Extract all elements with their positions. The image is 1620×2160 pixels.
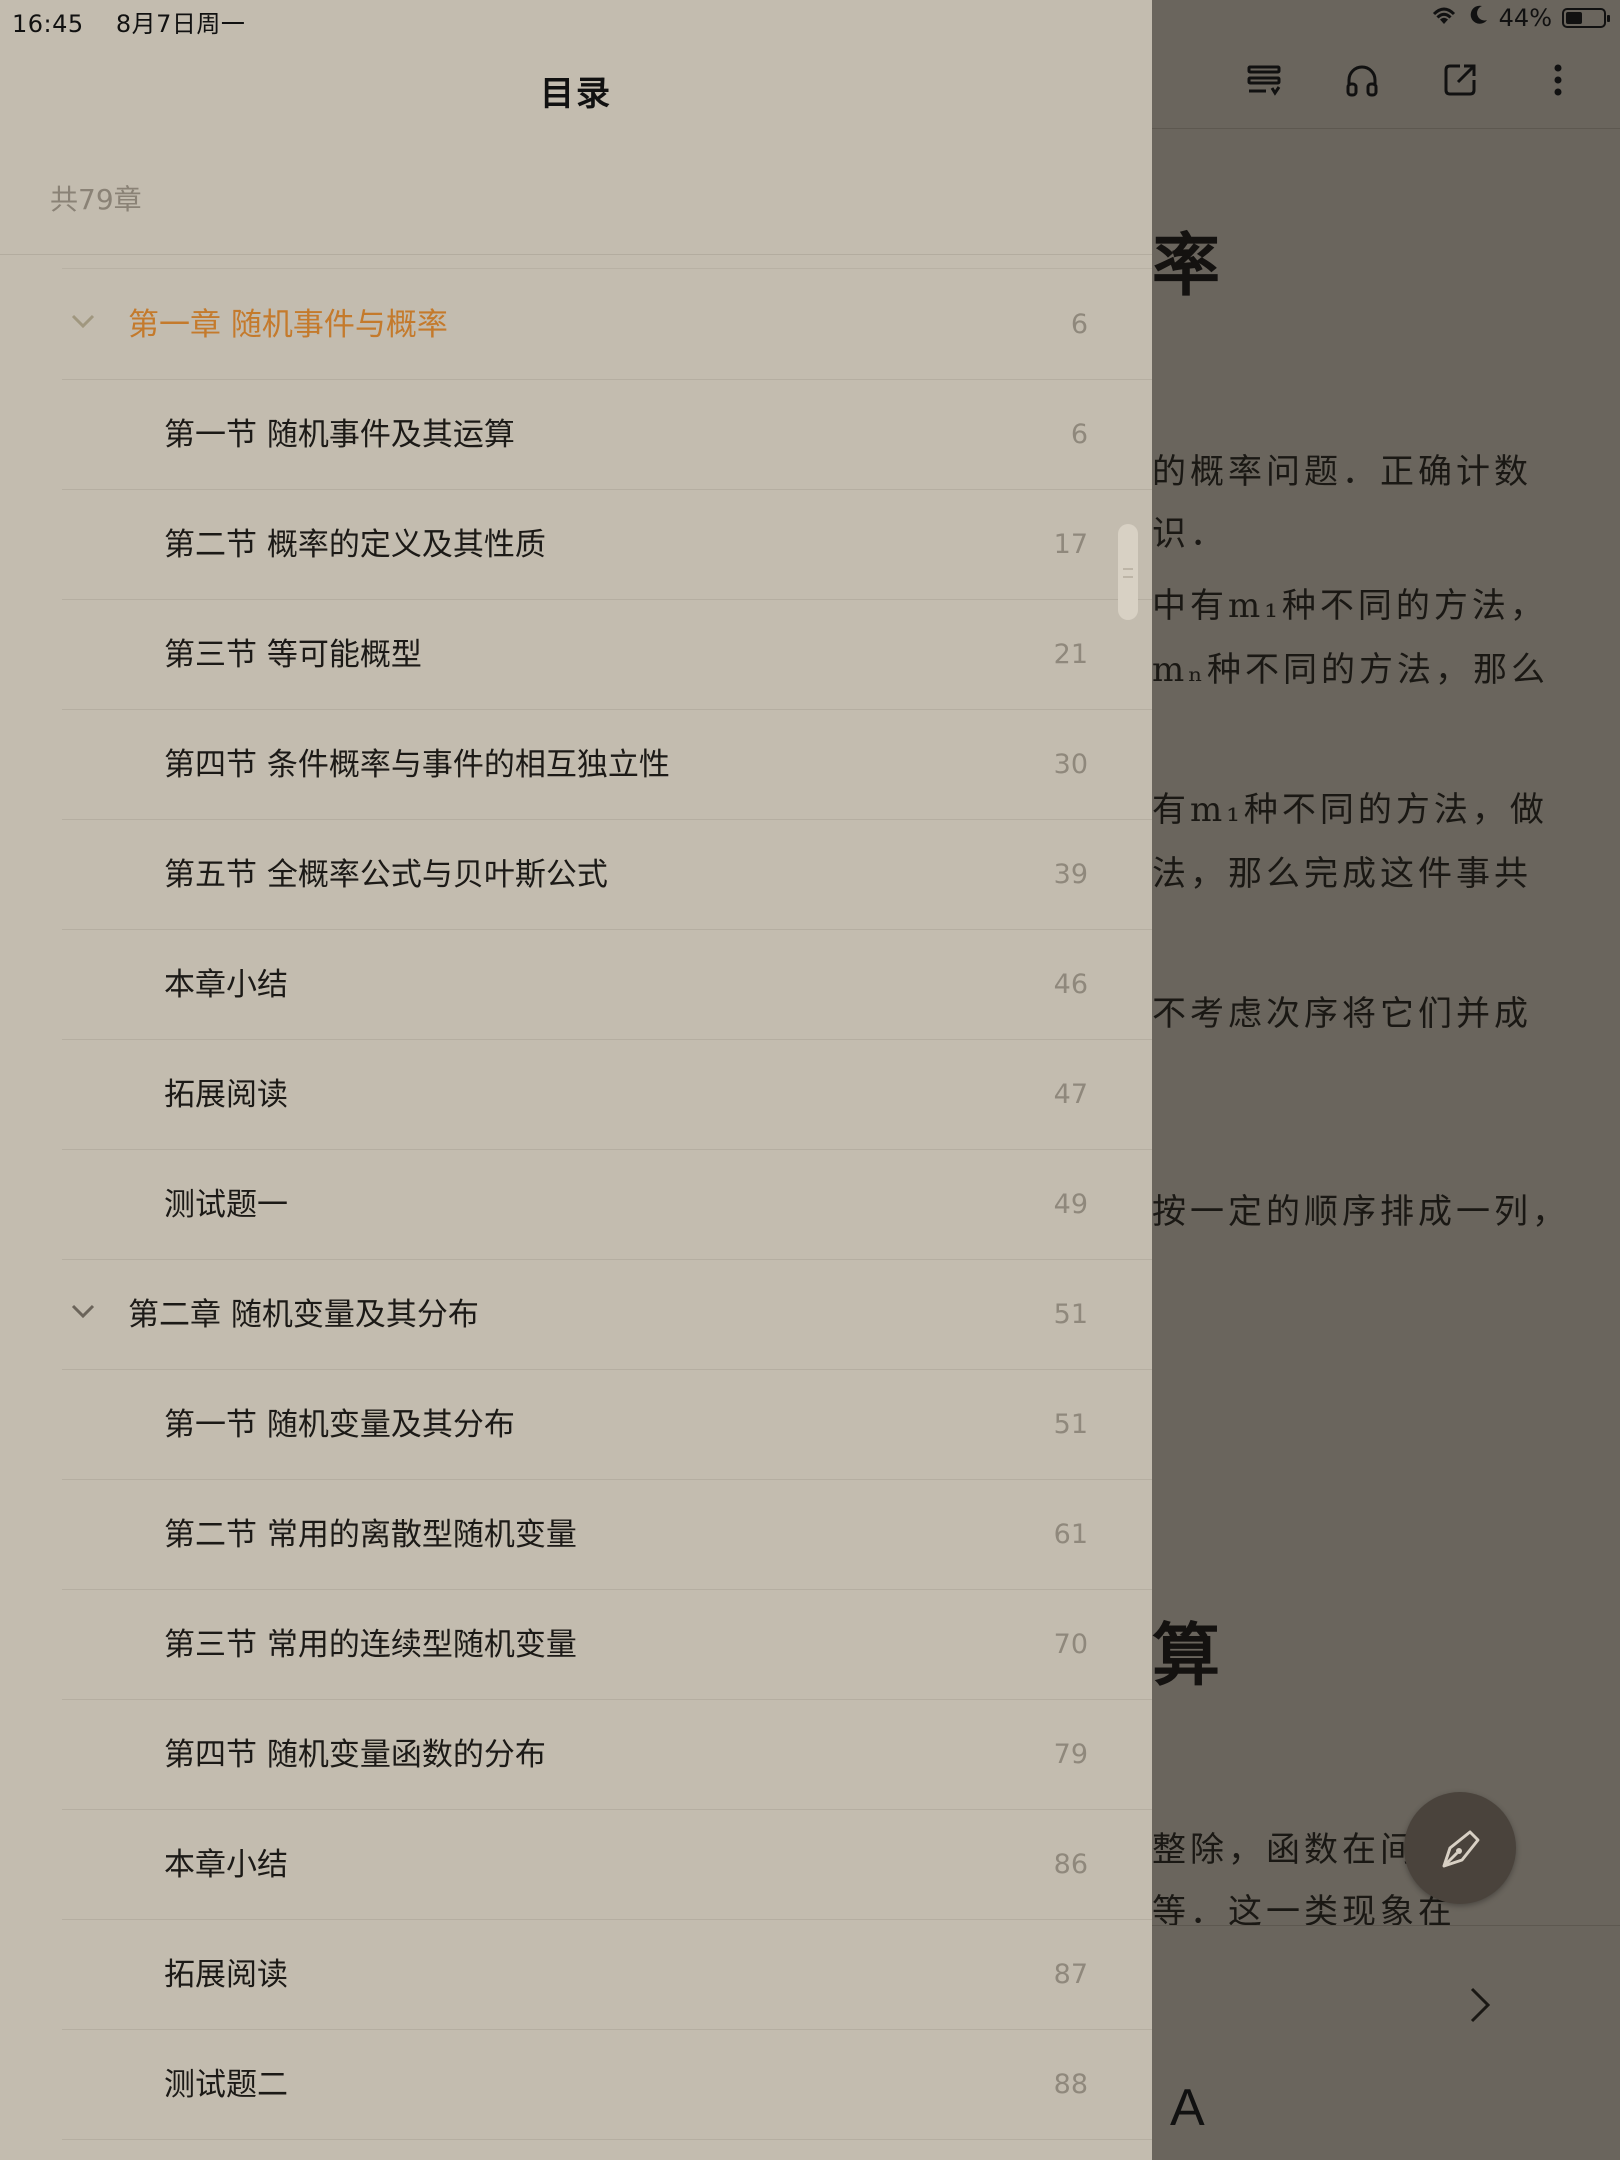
toc-item-page: 6 — [1070, 309, 1088, 340]
toc-item-page: 30 — [1053, 749, 1088, 780]
toc-item-page: 87 — [1053, 1959, 1088, 1990]
toc-chapter-row[interactable]: 第二章 随机变量及其分布 51 — [0, 1260, 1152, 1370]
toc-item-label: 测试题一 — [164, 1187, 288, 1223]
toc-item-page: 39 — [1053, 859, 1088, 890]
toc-item-page: 70 — [1053, 1629, 1088, 1660]
headphones-icon[interactable] — [1340, 58, 1384, 102]
reader-line: 中有m₁种不同的方法， — [1152, 586, 1548, 626]
toc-item-page: 46 — [1053, 969, 1088, 1000]
toc-item-label: 第三节 常用的连续型随机变量 — [164, 1627, 577, 1663]
moon-icon — [1469, 4, 1489, 32]
contents-list-icon[interactable] — [1242, 58, 1286, 102]
toc-item-page: 51 — [1053, 1409, 1088, 1440]
chapter-count: 共79章 — [50, 183, 142, 216]
toc-item-label: 第二节 概率的定义及其性质 — [164, 527, 546, 563]
reader-line: 的概率问题．正确计数 — [1152, 452, 1532, 492]
toc-list: 第一章 随机事件与概率 6 第一节 随机事件及其运算 6 第二节 概率的定义及其性质 17… — [0, 270, 1152, 2140]
toc-item-label: 第一章 随机事件与概率 — [128, 307, 448, 343]
status-bar-left: 16:45 8月7日周一 — [12, 4, 269, 39]
toc-item-page: 17 — [1053, 529, 1088, 560]
toc-item-label: 第四节 条件概率与事件的相互独立性 — [164, 747, 670, 783]
toc-section-row[interactable]: 测试题一 49 — [0, 1150, 1152, 1260]
toc-section-row[interactable]: 本章小结 46 — [0, 930, 1152, 1040]
toc-section-row[interactable]: 第一节 随机变量及其分布 51 — [0, 1370, 1152, 1480]
more-options-icon[interactable] — [1536, 58, 1580, 102]
status-date: 8月7日周一 — [115, 10, 246, 38]
toc-item-label: 第四节 随机变量函数的分布 — [164, 1737, 546, 1773]
toc-item-label: 本章小结 — [164, 1847, 288, 1883]
toc-item-page: 47 — [1053, 1079, 1088, 1110]
toc-item-page: 61 — [1053, 1519, 1088, 1550]
toc-section-row[interactable]: 第三节 等可能概型 21 — [0, 600, 1152, 710]
toc-chapter-row[interactable]: 第一章 随机事件与概率 6 — [0, 270, 1152, 380]
toc-section-row[interactable]: 拓展阅读 87 — [0, 1920, 1152, 2030]
reader-line: 识． — [1152, 514, 1228, 554]
toc-item-page: 79 — [1053, 1739, 1088, 1770]
next-page-chevron-icon[interactable] — [1468, 1985, 1492, 2029]
toc-item-label: 拓展阅读 — [164, 1957, 288, 1993]
battery-icon — [1562, 8, 1610, 28]
toc-section-row[interactable]: 拓展阅读 47 — [0, 1040, 1152, 1150]
toc-title: 目录 — [540, 74, 612, 114]
row-divider — [62, 2139, 1152, 2140]
battery-percent: 44% — [1498, 4, 1552, 32]
toc-scrollbar-thumb[interactable] — [1118, 524, 1138, 620]
toc-item-label: 第二节 常用的离散型随机变量 — [164, 1517, 577, 1553]
toc-top-divider — [62, 268, 1152, 269]
toc-header-divider — [0, 254, 1152, 255]
share-icon[interactable] — [1438, 58, 1482, 102]
toc-section-row[interactable]: 第四节 随机变量函数的分布 79 — [0, 1700, 1152, 1810]
reader-bottom-divider — [1152, 1925, 1620, 1926]
toc-section-row[interactable]: 第三节 常用的连续型随机变量 70 — [0, 1590, 1152, 1700]
toc-section-row[interactable]: 第二节 常用的离散型随机变量 61 — [0, 1480, 1152, 1590]
toc-item-page: 88 — [1053, 2069, 1088, 2100]
reader-toolbar — [1242, 58, 1580, 102]
toc-panel: 目录 共79章 第一章 随机事件与概率 6 第一节 随机事件及其运算 6 第二节 概率的… — [0, 0, 1152, 2160]
reader-divider — [1152, 128, 1620, 129]
reader-line: 按一定的顺序排成一列， — [1152, 1192, 1570, 1232]
toc-item-label: 本章小结 — [164, 967, 288, 1003]
reader-line: 整除，函数在间 — [1152, 1830, 1418, 1870]
reader-line: 有m₁种不同的方法，做 — [1152, 790, 1548, 830]
reader-line: 法，那么完成这件事共 — [1152, 854, 1532, 894]
toc-item-page: 49 — [1053, 1189, 1088, 1220]
status-bar-right: 44% — [1429, 4, 1610, 32]
toc-item-label: 第二章 随机变量及其分布 — [128, 1297, 479, 1333]
fountain-pen-icon — [1442, 1830, 1480, 1868]
reader-line: 不考虑次序将它们并成 — [1152, 994, 1532, 1034]
toc-section-row[interactable]: 测试题二 88 — [0, 2030, 1152, 2140]
toc-section-row[interactable]: 第四节 条件概率与事件的相互独立性 30 — [0, 710, 1152, 820]
toc-section-row[interactable]: 第五节 全概率公式与贝叶斯公式 39 — [0, 820, 1152, 930]
chevron-down-icon[interactable] — [70, 312, 96, 334]
reader-heading-2: 算 — [1152, 1616, 1221, 1696]
toc-item-page: 86 — [1053, 1849, 1088, 1880]
toc-section-row[interactable]: 第二节 概率的定义及其性质 17 — [0, 490, 1152, 600]
reader-background: 率 的概率问题．正确计数 识． 中有m₁种不同的方法， mₙ种不同的方法，那么 … — [1152, 0, 1620, 2160]
toc-item-label: 第一节 随机事件及其运算 — [164, 417, 515, 453]
toc-item-page: 21 — [1053, 639, 1088, 670]
wifi-icon — [1429, 4, 1459, 32]
status-time: 16:45 — [12, 10, 84, 38]
reader-line: mₙ种不同的方法，那么 — [1152, 650, 1549, 690]
toc-item-page: 51 — [1053, 1299, 1088, 1330]
toc-item-page: 6 — [1070, 419, 1088, 450]
toc-item-label: 第一节 随机变量及其分布 — [164, 1407, 515, 1443]
toc-section-row[interactable]: 本章小结 86 — [0, 1810, 1152, 1920]
toc-item-label: 拓展阅读 — [164, 1077, 288, 1113]
toc-item-label: 第三节 等可能概型 — [164, 637, 422, 673]
toc-item-label: 第五节 全概率公式与贝叶斯公式 — [164, 857, 608, 893]
reader-heading-1: 率 — [1152, 226, 1221, 306]
toc-section-row[interactable]: 第一节 随机事件及其运算 6 — [0, 380, 1152, 490]
pen-note-button[interactable] — [1404, 1792, 1516, 1904]
font-settings-button[interactable]: A — [1170, 2078, 1205, 2138]
toc-item-label: 测试题二 — [164, 2067, 288, 2103]
chevron-down-icon[interactable] — [70, 1302, 96, 1324]
